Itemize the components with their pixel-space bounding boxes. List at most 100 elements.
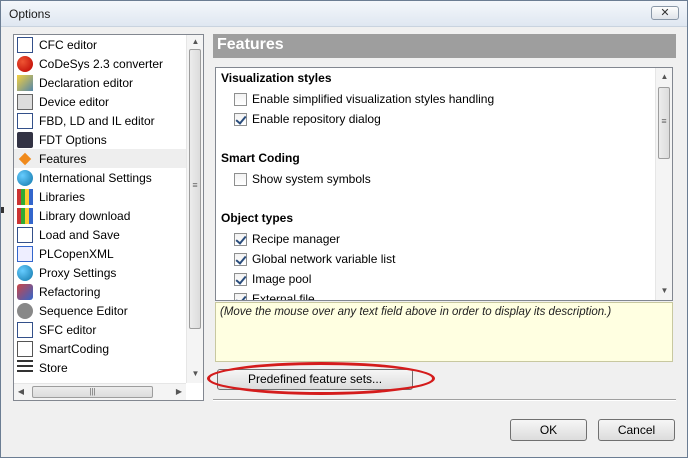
sfc-editor-icon — [17, 321, 33, 338]
scroll-thumb[interactable]: ≡ — [658, 87, 670, 159]
scroll-left-arrow-icon[interactable]: ◀ — [14, 387, 28, 396]
scroll-grip-icon: ≡ — [192, 180, 198, 190]
scroll-down-arrow-icon[interactable]: ▼ — [187, 369, 203, 378]
sidebar-item-label: SmartCoding — [39, 341, 110, 356]
scroll-down-arrow-icon[interactable]: ▼ — [656, 286, 672, 295]
option-row[interactable]: Enable repository dialog — [234, 111, 381, 127]
fbd-editor-icon — [17, 112, 33, 129]
scroll-up-arrow-icon[interactable]: ▲ — [656, 72, 672, 81]
sidebar-item-codesys-2-3-converter[interactable]: CoDeSys 2.3 converter — [14, 54, 186, 73]
sidebar-item-label: CoDeSys 2.3 converter — [39, 56, 164, 71]
library-download-icon — [17, 207, 33, 224]
features-icon — [18, 152, 32, 165]
option-row[interactable]: Enable simplified visualization styles h… — [234, 91, 494, 107]
option-row[interactable]: External file — [234, 291, 315, 301]
sidebar-item-features[interactable]: Features — [14, 149, 186, 168]
sidebar-item-load-and-save[interactable]: Load and Save — [14, 225, 186, 244]
sidebar-item-smartcoding[interactable]: SmartCoding — [14, 339, 186, 358]
fdt-icon — [17, 131, 33, 148]
description-box: (Move the mouse over any text field abov… — [215, 302, 673, 362]
edge-mark — [1, 207, 4, 213]
scroll-up-arrow-icon[interactable]: ▲ — [187, 37, 203, 46]
option-row[interactable]: Recipe manager — [234, 231, 340, 247]
converter-icon — [17, 55, 33, 72]
predefined-feature-sets-button[interactable]: Predefined feature sets... — [217, 369, 413, 390]
horizontal-scroll-thumb[interactable]: ||| — [32, 386, 153, 398]
option-row[interactable]: Show system symbols — [234, 171, 371, 187]
close-button[interactable]: ✕ — [651, 6, 679, 20]
title-bar[interactable]: Options ✕ — [1, 1, 687, 27]
option-checkbox[interactable] — [234, 172, 247, 186]
options-category-list[interactable]: CFC editor CoDeSys 2.3 converter Declarati… — [13, 34, 204, 401]
proxy-icon — [17, 264, 33, 281]
sidebar-item-label: Features — [39, 151, 87, 166]
sidebar-item-library-download[interactable]: Library download — [14, 206, 186, 225]
plcopenxml-icon — [17, 245, 33, 262]
option-checkbox[interactable] — [234, 272, 247, 286]
scroll-grip-icon: ≡ — [661, 116, 667, 126]
sidebar-item-label: Library download — [39, 208, 131, 223]
panel-header: Features — [213, 34, 676, 58]
description-text: (Move the mouse over any text field abov… — [220, 306, 612, 318]
sidebar-item-sfc-editor[interactable]: SFC editor — [14, 320, 186, 339]
divider — [213, 399, 676, 401]
sidebar-item-label: Sequence Editor — [39, 303, 128, 318]
features-vertical-scrollbar[interactable]: ▲ ≡ ▼ — [655, 68, 672, 300]
store-icon — [17, 359, 33, 376]
option-row[interactable]: Image pool — [234, 271, 311, 287]
sidebar-item-plcopenxml[interactable]: PLCopenXML — [14, 244, 186, 263]
option-label: Enable simplified visualization styles h… — [252, 92, 495, 106]
sidebar-item-refactoring[interactable]: Refactoring — [14, 282, 186, 301]
scroll-right-arrow-icon[interactable]: ▶ — [172, 387, 186, 396]
device-editor-icon — [17, 93, 33, 110]
option-label: Image pool — [252, 272, 312, 286]
scroll-thumb[interactable]: ≡ — [189, 49, 201, 329]
sidebar-item-fdt-options[interactable]: FDT Options — [14, 130, 186, 149]
libraries-icon — [17, 188, 33, 205]
sidebar-item-label: International Settings — [39, 170, 152, 185]
window-title: Options — [9, 7, 51, 21]
sidebar-item-device-editor[interactable]: Device editor — [14, 92, 186, 111]
sidebar-item-label: Declaration editor — [39, 75, 134, 90]
sidebar-item-international-settings[interactable]: International Settings — [14, 168, 186, 187]
option-checkbox[interactable] — [234, 112, 247, 126]
sidebar-item-label: FDT Options — [39, 132, 107, 147]
option-label: Recipe manager — [252, 232, 341, 246]
sidebar-item-declaration-editor[interactable]: Declaration editor — [14, 73, 186, 92]
load-save-icon — [17, 226, 33, 243]
features-options-box[interactable]: Visualization styles Enable simplified vi… — [215, 67, 673, 301]
sidebar-item-label: Refactoring — [39, 284, 101, 299]
section-title: Visualization styles — [221, 71, 332, 85]
sidebar-item-label: Device editor — [39, 94, 110, 109]
cancel-button[interactable]: Cancel — [598, 419, 675, 441]
smartcoding-icon — [17, 340, 33, 357]
category-list-vertical-scrollbar[interactable]: ▲ ≡ ▼ — [186, 35, 203, 383]
sidebar-item-proxy-settings[interactable]: Proxy Settings — [14, 263, 186, 282]
page-title: Features — [217, 36, 284, 53]
globe-icon — [17, 169, 33, 186]
declaration-editor-icon — [17, 74, 33, 91]
sidebar-item-cfc-editor[interactable]: CFC editor — [14, 35, 186, 54]
cfc-editor-icon — [17, 36, 33, 53]
option-label: External file — [252, 292, 315, 301]
sidebar-item-fbd-ld-and-il-editor[interactable]: FBD, LD and IL editor — [14, 111, 186, 130]
option-label: Enable repository dialog — [252, 112, 381, 126]
sidebar-item-label: FBD, LD and IL editor — [39, 113, 155, 128]
sidebar-item-label: Libraries — [39, 189, 86, 204]
sidebar-item-libraries[interactable]: Libraries — [14, 187, 186, 206]
sidebar-item-sequence-editor[interactable]: Sequence Editor — [14, 301, 186, 320]
sidebar-item-label: Load and Save — [39, 227, 120, 242]
sequence-editor-icon — [17, 302, 33, 319]
option-checkbox[interactable] — [234, 252, 247, 266]
sidebar-item-store[interactable]: Store — [14, 358, 186, 377]
option-checkbox[interactable] — [234, 292, 247, 300]
section-title: Object types — [221, 211, 294, 225]
ok-button[interactable]: OK — [510, 419, 587, 441]
option-checkbox[interactable] — [234, 232, 247, 246]
option-row[interactable]: Global network variable list — [234, 251, 395, 267]
option-checkbox[interactable] — [234, 92, 247, 106]
sidebar-item-label: SFC editor — [39, 322, 97, 337]
sidebar-item-label: CFC editor — [39, 37, 98, 52]
sidebar-item-label: PLCopenXML — [39, 246, 114, 261]
category-list-horizontal-scrollbar[interactable]: ◀ ||| ▶ — [14, 383, 186, 400]
